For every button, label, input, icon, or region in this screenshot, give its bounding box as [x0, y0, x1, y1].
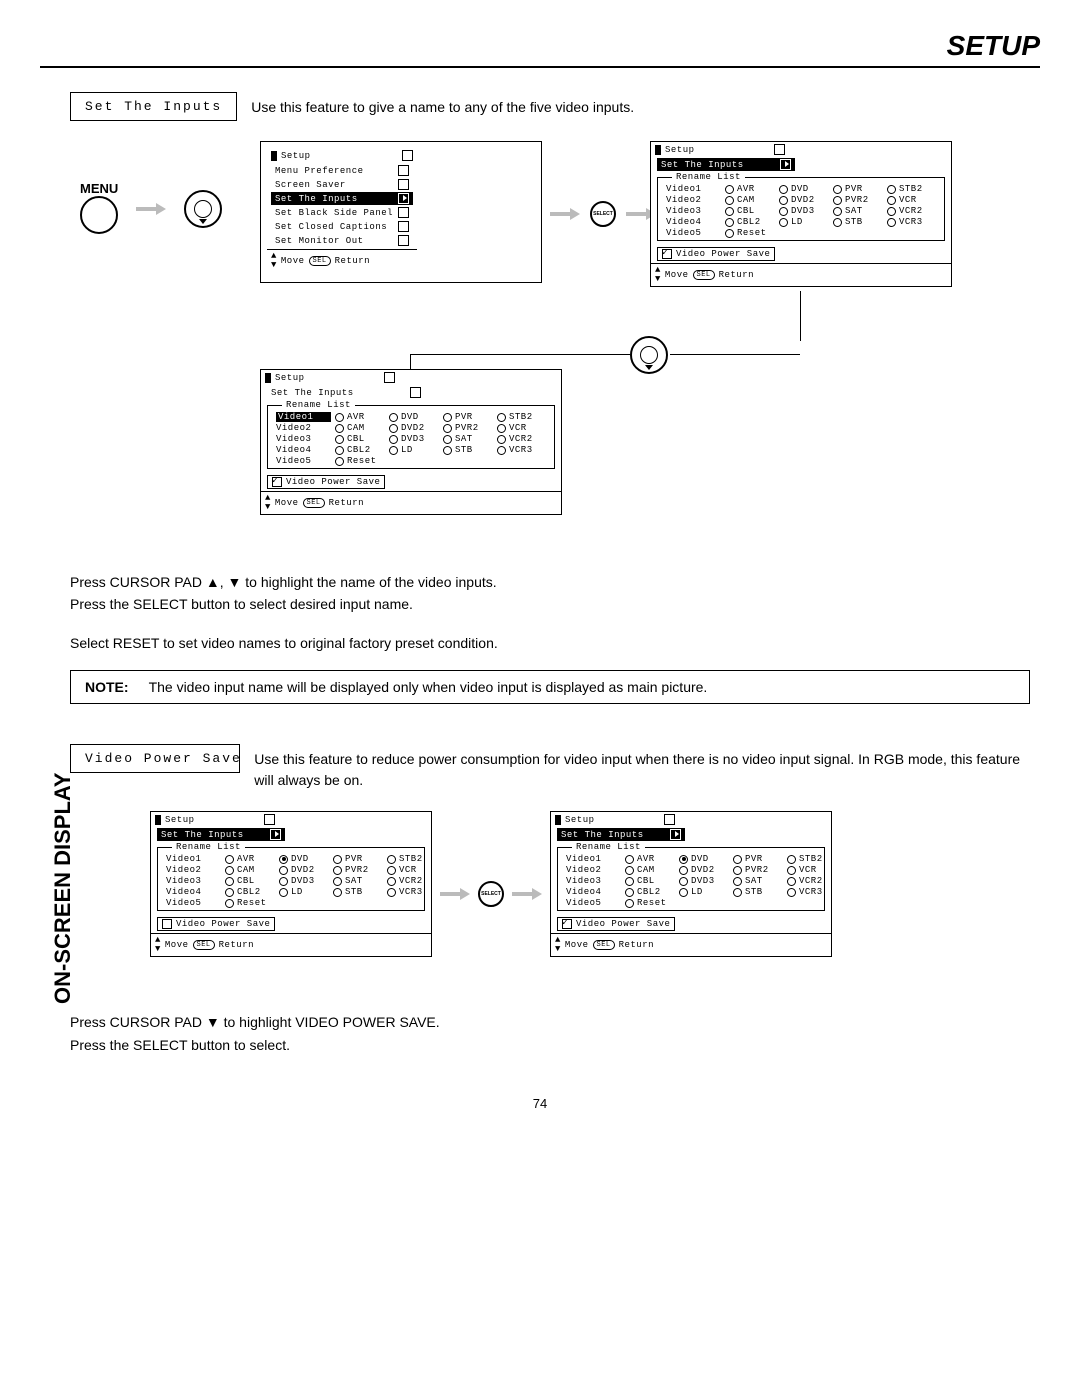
note-box: NOTE: The video input name will be displ… — [70, 670, 1030, 704]
osd-title: Setup — [151, 812, 279, 827]
power-save-row-unchecked: Video Power Save — [157, 917, 275, 931]
osd-panel-inputs-top: Setup Set The Inputs Rename List Video1 … — [650, 141, 952, 287]
submenu-icon — [398, 193, 409, 204]
submenu-icon — [398, 165, 409, 176]
menu-item: Screen Saver — [271, 178, 413, 191]
vertical-section-label: ON-SCREEN DISPLAY — [50, 773, 76, 1004]
instruction-text: Press CURSOR PAD ▼ to highlight VIDEO PO… — [70, 1011, 1040, 1056]
cursor-pad-icon — [184, 190, 222, 228]
osd-hint: ▲▼ Move SEL Return — [267, 249, 417, 272]
instruction-text: Press CURSOR PAD ▲, ▼ to highlight the n… — [70, 571, 1040, 616]
connector-line — [410, 354, 411, 369]
menu-item-selected: Set The Inputs — [271, 192, 413, 205]
menu-label: MENU — [80, 181, 118, 196]
diagram-power-save: Setup Set The Inputs Rename List Video1 … — [130, 811, 1040, 991]
diagram-set-inputs: MENU Setup Menu Preference Screen Saver … — [70, 141, 1040, 541]
flow-step: SELECT — [440, 881, 542, 907]
flow-step: SELECT — [550, 201, 656, 227]
title-rule — [40, 66, 1040, 68]
osd-setup-title: Setup — [281, 151, 311, 161]
rename-grid: Video1 AVR DVD PVR STB2 Video2 CAM DVD2 … — [276, 412, 546, 466]
note-text: The video input name will be displayed o… — [149, 679, 708, 695]
power-save-row: Video Power Save — [267, 475, 385, 489]
osd-panel-ps-left: Setup Set The Inputs Rename List Video1 … — [150, 811, 432, 957]
connector-line — [670, 354, 800, 355]
select-button-icon: SELECT — [478, 881, 504, 907]
cursor-pad-icon — [630, 336, 668, 374]
rename-list-frame: Rename List Video1 AVR DVD PVR STB2 Vide… — [267, 405, 555, 469]
power-save-row-checked: Video Power Save — [557, 917, 675, 931]
arrow-right-icon — [550, 209, 580, 219]
section1-header: Set The Inputs Use this feature to give … — [70, 92, 1040, 121]
menu-side: MENU — [80, 181, 222, 237]
connector-line — [410, 354, 630, 355]
rename-list-frame: Rename List Video1 AVR DVD PVR STB2 Vide… — [157, 847, 425, 911]
cursor-pad-step — [630, 336, 668, 377]
submenu-icon — [398, 207, 409, 218]
menu-item: Set Black Side Panel — [271, 206, 413, 219]
submenu-icon — [398, 221, 409, 232]
submenu-icon — [398, 179, 409, 190]
feature-box-power-save: Video Power Save — [70, 744, 240, 773]
connector-line — [800, 291, 801, 341]
section2-header: Video Power Save Use this feature to red… — [70, 744, 1040, 791]
page-number: 74 — [40, 1096, 1040, 1111]
menu-item: Set Monitor Out — [271, 234, 413, 247]
feature-desc-set-inputs: Use this feature to give a name to any o… — [251, 92, 634, 118]
osd-subtitle: Set The Inputs — [267, 386, 425, 399]
feature-box-set-inputs: Set The Inputs — [70, 92, 237, 121]
osd-title: Setup — [261, 370, 399, 385]
arrow-right-icon — [440, 889, 470, 899]
submenu-icon — [398, 235, 409, 246]
menu-button-icon — [80, 196, 118, 234]
note-label: NOTE: — [85, 679, 129, 695]
osd-title: Setup — [651, 142, 789, 157]
instruction-text: Select RESET to set video names to origi… — [70, 632, 1040, 654]
page-title: SETUP — [40, 30, 1040, 62]
osd-title: Setup — [267, 148, 417, 163]
power-save-row: Video Power Save — [657, 247, 775, 261]
rename-label: Rename List — [282, 400, 355, 410]
menu-item: Set Closed Captions — [271, 220, 413, 233]
osd-hint: ▲▼Move SELReturn — [651, 263, 951, 286]
osd-panel-ps-right: Setup Set The Inputs Rename List Video1 … — [550, 811, 832, 957]
rename-grid: Video1 AVR DVD PVR STB2 Video2 CAM DVD2 … — [666, 184, 936, 238]
feature-desc-power-save: Use this feature to reduce power consump… — [254, 744, 1040, 791]
osd-panel-setup-menu: Setup Menu Preference Screen Saver Set T… — [260, 141, 542, 283]
menu-item: Menu Preference — [271, 164, 413, 177]
section-video-power-save: ON-SCREEN DISPLAY Video Power Save Use t… — [40, 744, 1040, 1056]
osd-subtitle-selected: Set The Inputs — [657, 158, 795, 171]
arrow-right-icon — [512, 889, 542, 899]
select-button-icon: SELECT — [590, 201, 616, 227]
osd-hint: ▲▼Move SELReturn — [261, 491, 561, 514]
osd-panel-inputs-bottom: Setup Set The Inputs Rename List Video1 … — [260, 369, 562, 515]
rename-label: Rename List — [672, 172, 745, 182]
osd-box-icon — [402, 150, 413, 161]
rename-list-frame: Rename List Video1 AVR DVD PVR STB2 Vide… — [657, 177, 945, 241]
arrow-right-icon — [136, 204, 166, 214]
osd-subtitle-selected: Set The Inputs — [157, 828, 285, 841]
